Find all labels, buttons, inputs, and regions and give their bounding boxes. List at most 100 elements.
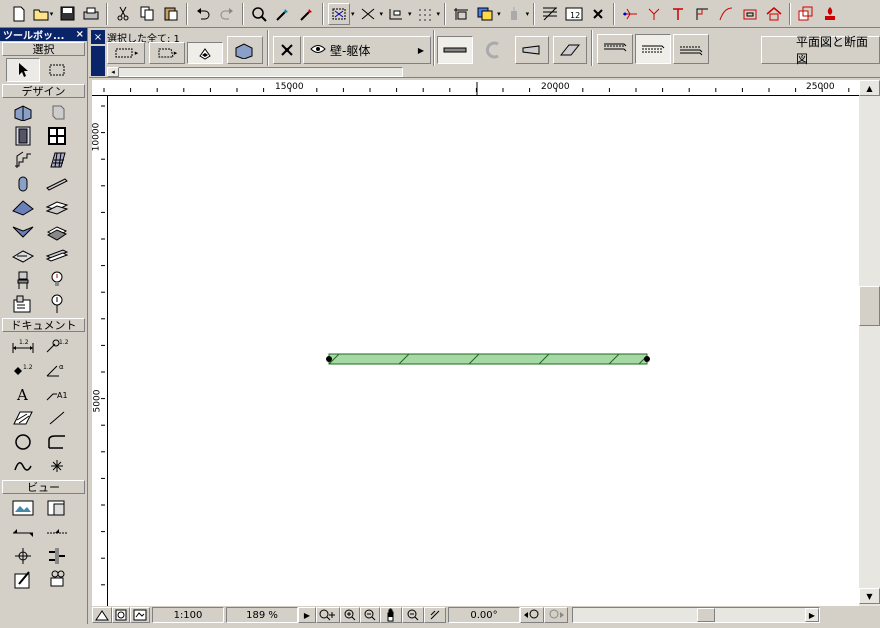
cut-icon[interactable] xyxy=(112,3,134,25)
zoom-out-icon[interactable] xyxy=(360,607,380,623)
hotspot-tool[interactable] xyxy=(40,454,74,478)
selection-shape-button[interactable]: ▸ xyxy=(149,42,185,64)
inject-icon[interactable] xyxy=(296,3,318,25)
line-tool[interactable] xyxy=(40,406,74,430)
drawing-area[interactable] xyxy=(108,96,859,608)
selection-rect-button[interactable]: ▸ xyxy=(107,42,145,64)
scroll-left-arrow[interactable]: ◂ xyxy=(107,67,119,77)
section-tool[interactable] xyxy=(40,496,74,520)
layer-visibility-button[interactable] xyxy=(273,36,301,64)
zoom-menu-arrow[interactable]: ▶ xyxy=(298,607,316,623)
chair-object-tool[interactable] xyxy=(6,268,40,292)
label-object-tool[interactable] xyxy=(6,292,40,316)
curtain-wall-tool[interactable] xyxy=(40,148,74,172)
grid-snap-icon[interactable] xyxy=(414,3,436,25)
arrow-tool[interactable] xyxy=(6,58,40,82)
horizontal-scrollbar[interactable]: ▶ xyxy=(572,607,820,623)
infobox-scroll[interactable]: ◂ xyxy=(89,66,409,78)
wall-settings-button[interactable] xyxy=(227,36,263,64)
section-design[interactable]: デザイン xyxy=(2,84,85,98)
fillet-icon[interactable] xyxy=(691,3,713,25)
elevation-icon[interactable] xyxy=(503,3,525,25)
print-icon[interactable] xyxy=(80,3,102,25)
plan-canvas[interactable] xyxy=(108,96,859,608)
selection-rotate-button[interactable] xyxy=(187,42,223,64)
new-icon[interactable] xyxy=(8,3,30,25)
marquee-tool[interactable] xyxy=(40,58,74,82)
horizontal-scroll-thumb[interactable] xyxy=(697,608,715,622)
paste-icon[interactable] xyxy=(160,3,182,25)
infobox-close-button[interactable]: × xyxy=(91,30,105,44)
elevation-tool[interactable] xyxy=(6,520,40,544)
dimension-tool-icon[interactable] xyxy=(539,3,561,25)
scale-display[interactable]: 1:100 xyxy=(152,607,224,623)
undo-icon[interactable] xyxy=(192,3,214,25)
figure-tool[interactable] xyxy=(6,568,40,592)
object-tool[interactable] xyxy=(6,172,40,196)
morph-tool[interactable] xyxy=(40,244,74,268)
intersect-icon[interactable] xyxy=(667,3,689,25)
wall-geometry-center-button[interactable] xyxy=(635,34,671,64)
layer-selector[interactable]: 壁-躯体 ▶ xyxy=(303,36,431,64)
detail-tool[interactable] xyxy=(6,544,40,568)
scroll-up-arrow[interactable]: ▲ xyxy=(859,80,880,96)
fit-window-icon[interactable] xyxy=(402,607,424,623)
redo-icon[interactable] xyxy=(216,3,238,25)
shell-tool[interactable] xyxy=(6,220,40,244)
polyline-tool[interactable] xyxy=(40,430,74,454)
angle-dimension-tool[interactable]: α xyxy=(40,358,74,382)
slab-tool[interactable] xyxy=(40,196,74,220)
camera-tool[interactable] xyxy=(6,496,40,520)
layer-icon[interactable] xyxy=(450,3,472,25)
circle-tool[interactable] xyxy=(6,430,40,454)
previous-zoom-icon[interactable] xyxy=(520,607,544,623)
zoom-display[interactable]: 189 % xyxy=(226,607,298,623)
wall-slanted-button[interactable] xyxy=(553,36,587,64)
trim-icon[interactable] xyxy=(619,3,641,25)
angle-display[interactable]: 0.00° xyxy=(448,607,520,623)
pick-up-icon[interactable] xyxy=(272,3,294,25)
snap-guide-icon[interactable] xyxy=(357,3,379,25)
radial-dimension-tool[interactable]: 1.2 xyxy=(40,334,74,358)
wall-element[interactable] xyxy=(326,353,650,365)
scroll-down-arrow[interactable]: ▼ xyxy=(859,588,880,604)
zoom-window-icon[interactable] xyxy=(112,607,130,623)
section-view[interactable]: ビュー xyxy=(2,480,85,494)
delete-icon[interactable] xyxy=(587,3,609,25)
wall-straight-button[interactable] xyxy=(437,36,473,64)
next-zoom-icon[interactable] xyxy=(544,607,568,623)
wall-tool[interactable] xyxy=(6,100,40,124)
section-document[interactable]: ドキュメント xyxy=(2,318,85,332)
ruler-12-icon[interactable]: 12 xyxy=(563,3,585,25)
lamp-tool[interactable] xyxy=(40,268,74,292)
coordinate-icon[interactable] xyxy=(385,3,407,25)
offset-icon[interactable] xyxy=(715,3,737,25)
toolbox-close-button[interactable]: × xyxy=(76,29,87,40)
wall-geometry-outside-button[interactable] xyxy=(597,34,633,64)
wall-geometry-inside-button[interactable] xyxy=(673,34,709,64)
render-icon[interactable] xyxy=(819,3,841,25)
level-dimension-tool[interactable]: 1.2 xyxy=(6,358,40,382)
layout-icon[interactable] xyxy=(130,607,150,623)
label-tool[interactable]: A1 xyxy=(40,382,74,406)
rotate-view-icon[interactable] xyxy=(424,607,446,623)
scroll-right-arrow[interactable]: ▶ xyxy=(805,608,819,622)
plan-section-button[interactable]: 平面図と断面図 xyxy=(761,35,880,66)
rectangle-icon[interactable] xyxy=(739,3,761,25)
find-select-icon[interactable] xyxy=(248,3,270,25)
fill-tool[interactable] xyxy=(6,406,40,430)
vertical-scrollbar[interactable]: ▲ ▼ xyxy=(859,80,880,608)
adjust-icon[interactable] xyxy=(643,3,665,25)
column-tool[interactable] xyxy=(40,100,74,124)
open-icon[interactable]: ▾ xyxy=(32,3,54,25)
navigator-icon[interactable] xyxy=(92,607,112,623)
worksheet-tool[interactable] xyxy=(40,544,74,568)
text-tool[interactable]: A xyxy=(6,382,40,406)
roof-tool[interactable] xyxy=(6,196,40,220)
wall-reference-left-button[interactable] xyxy=(515,36,549,64)
vertical-scroll-thumb[interactable] xyxy=(859,286,880,326)
wall-end-node[interactable] xyxy=(644,356,650,362)
beam-tool[interactable] xyxy=(40,172,74,196)
toolbox-title-bar[interactable]: ツールボッ... × xyxy=(0,28,87,42)
marquee-icon[interactable] xyxy=(328,2,350,25)
